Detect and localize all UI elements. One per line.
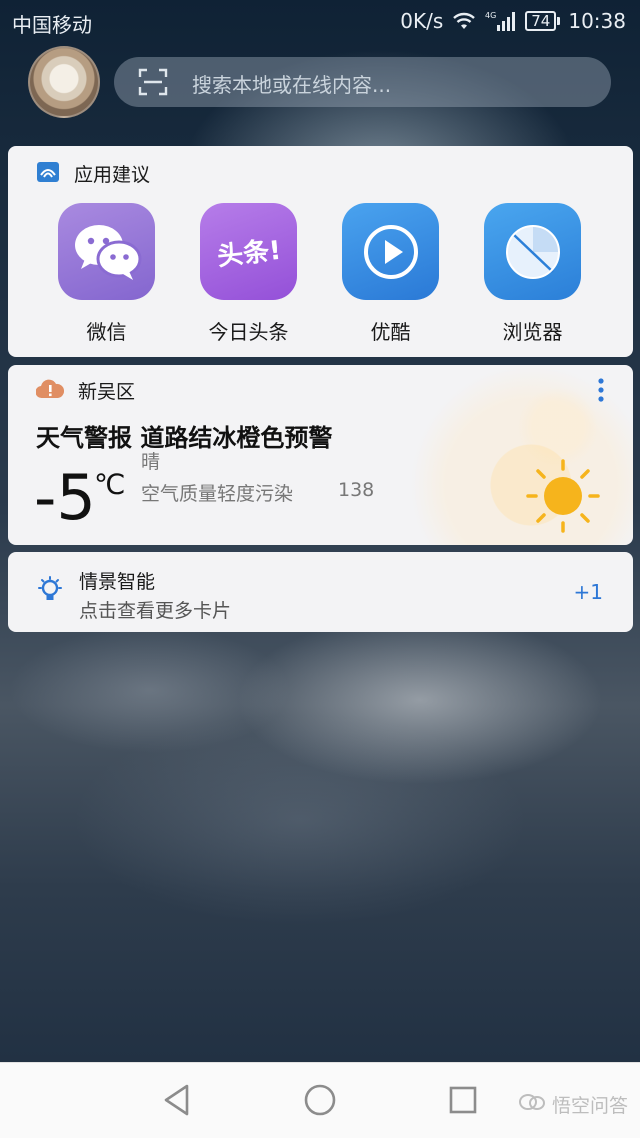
huawei-logo-icon xyxy=(36,161,60,187)
toutiao-icon[interactable]: 头条! xyxy=(200,203,297,300)
lightbulb-icon xyxy=(36,576,64,610)
app-list: 微信 头条! 今日头条 优酷 浏览器 xyxy=(58,203,581,345)
signal-icon: 4G xyxy=(485,10,517,32)
battery-icon: 74 xyxy=(525,11,561,31)
search-input[interactable]: 搜索本地或在线内容... xyxy=(114,57,611,107)
weather-alert-text: 天气警报 道路结冰橙色预警 xyxy=(36,424,333,452)
temperature-value: -5 xyxy=(34,461,96,534)
carrier-label: 中国移动 xyxy=(12,13,92,37)
app-youku[interactable]: 优酷 xyxy=(342,203,439,345)
battery-level: 74 xyxy=(525,11,557,31)
sun-icon xyxy=(523,456,603,540)
scene-subtitle: 点击查看更多卡片 xyxy=(79,600,232,622)
scene-title: 情景智能 xyxy=(79,571,156,593)
status-bar: 中国移动 0K/s 4G 74 10:38 xyxy=(0,0,640,44)
avatar[interactable] xyxy=(28,46,100,118)
more-options-icon[interactable] xyxy=(597,377,605,407)
search-placeholder: 搜索本地或在线内容... xyxy=(192,73,392,97)
app-browser[interactable]: 浏览器 xyxy=(484,203,581,345)
wifi-icon xyxy=(451,11,477,31)
home-icon[interactable] xyxy=(303,1083,337,1121)
watermark-text: 悟空问答 xyxy=(551,1095,628,1117)
weather-alert-icon xyxy=(35,378,65,404)
app-wechat[interactable]: 微信 xyxy=(58,203,155,345)
network-type-badge: 4G xyxy=(485,11,496,20)
network-speed: 0K/s xyxy=(400,9,444,33)
back-icon[interactable] xyxy=(162,1083,192,1121)
scene-intelligence-card[interactable]: 情景智能 点击查看更多卡片 +1 xyxy=(8,552,633,632)
navigation-bar: 悟空问答 xyxy=(0,1062,640,1138)
watermark: 悟空问答 xyxy=(518,1091,628,1118)
app-toutiao[interactable]: 头条! 今日头条 xyxy=(200,203,297,345)
app-label: 浏览器 xyxy=(502,320,563,344)
weather-condition: 晴 xyxy=(141,451,161,473)
app-label: 优酷 xyxy=(370,320,411,344)
wukong-logo-icon xyxy=(518,1092,546,1117)
aqi-label: 空气质量轻度污染 xyxy=(141,483,294,505)
weather-location: 新吴区 xyxy=(78,381,136,403)
temperature-unit: ℃ xyxy=(94,468,126,501)
app-label: 今日头条 xyxy=(208,320,289,344)
toutiao-badge-text: 头条! xyxy=(215,235,283,273)
wechat-icon[interactable] xyxy=(58,203,155,300)
app-label: 微信 xyxy=(86,320,127,344)
clock: 10:38 xyxy=(568,9,626,33)
app-suggestions-card: 应用建议 微信 头条! 今日头条 优酷 浏览器 xyxy=(8,146,633,357)
aqi-value: 138 xyxy=(338,479,375,501)
scan-icon[interactable] xyxy=(138,68,168,100)
status-indicators: 0K/s 4G 74 10:38 xyxy=(400,9,626,33)
weather-location-row: 新吴区 xyxy=(35,377,136,404)
youku-icon[interactable] xyxy=(342,203,439,300)
weather-card[interactable]: 新吴区 天气警报 道路结冰橙色预警 -5 ℃ 晴 空气质量轻度污染 138 xyxy=(8,365,633,545)
app-suggestions-header: 应用建议 xyxy=(36,160,150,187)
scene-card-count[interactable]: +1 xyxy=(574,580,603,604)
browser-icon[interactable] xyxy=(484,203,581,300)
recent-apps-icon[interactable] xyxy=(448,1083,478,1121)
app-suggestions-title: 应用建议 xyxy=(74,164,151,186)
